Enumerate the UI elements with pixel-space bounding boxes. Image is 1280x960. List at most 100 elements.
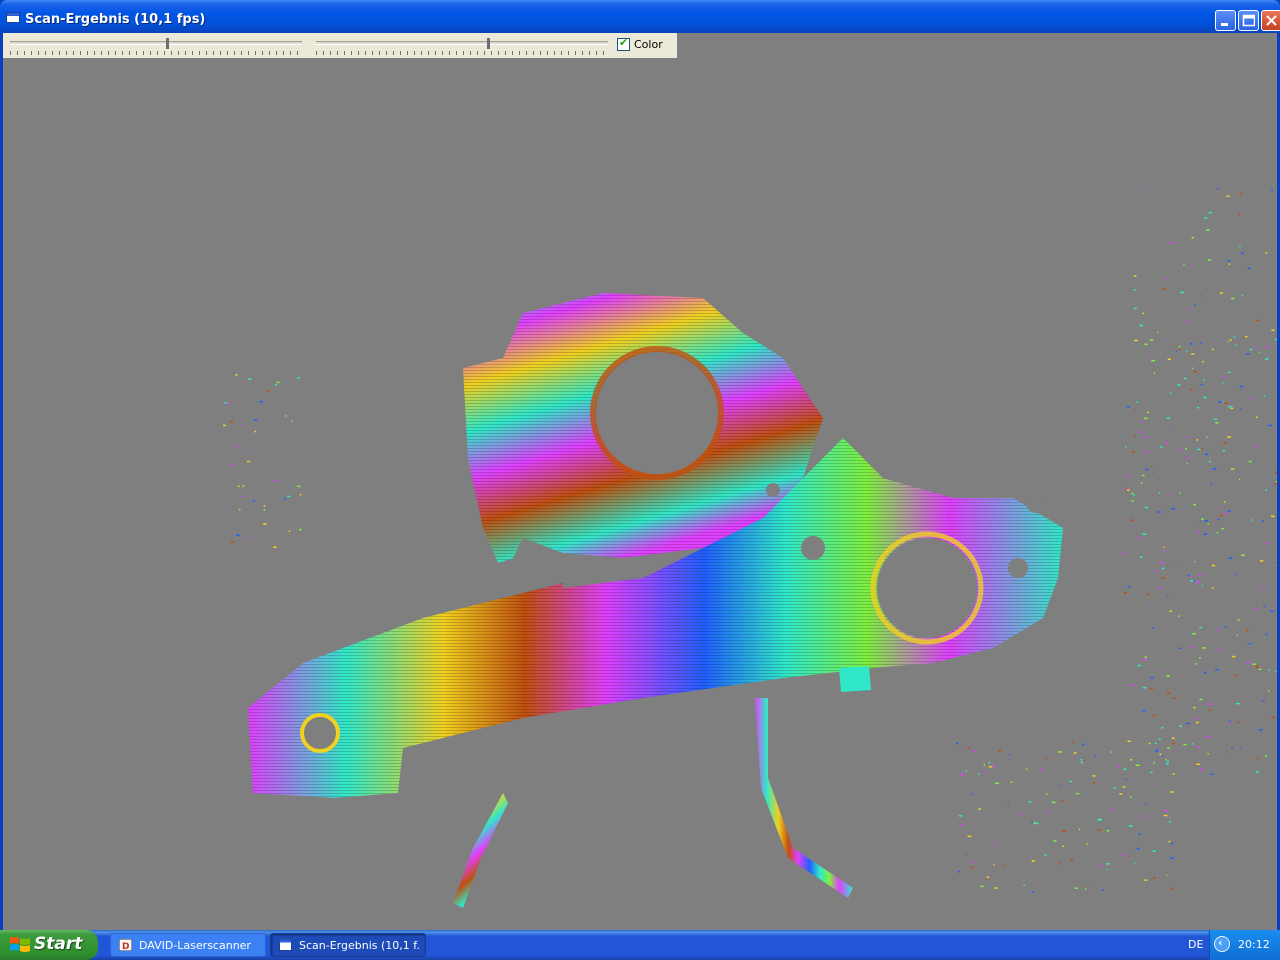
noise-point <box>1145 815 1149 817</box>
noise-point <box>1190 343 1193 345</box>
noise-point <box>1165 758 1167 761</box>
noise-point <box>242 485 245 487</box>
color-checkbox[interactable]: ✔ <box>617 36 630 51</box>
noise-point <box>1252 663 1257 665</box>
language-indicator[interactable]: DE <box>1188 938 1203 951</box>
noise-point <box>1205 736 1210 738</box>
noise-point <box>288 530 291 532</box>
noise-point <box>1203 379 1205 381</box>
minimize-button[interactable] <box>1215 10 1236 31</box>
noise-point <box>1256 666 1260 669</box>
noise-point <box>1212 587 1214 589</box>
noise-point <box>1186 321 1190 324</box>
slider-track[interactable] <box>316 41 608 45</box>
noise-point <box>967 747 970 749</box>
slider-thumb[interactable] <box>486 38 490 49</box>
noise-point <box>1265 542 1268 545</box>
noise-point <box>1186 462 1188 465</box>
noise-point <box>1227 341 1229 343</box>
noise-point <box>1153 761 1155 764</box>
taskbar-item-david-laserscanner[interactable]: D DAVID-Laserscanner <box>110 933 266 957</box>
noise-point <box>1123 768 1127 770</box>
noise-point <box>1145 468 1149 471</box>
noise-point <box>1163 546 1165 549</box>
noise-point <box>1193 579 1195 582</box>
slider-track[interactable] <box>10 41 302 45</box>
noise-point <box>1255 347 1258 349</box>
noise-point <box>1134 339 1138 342</box>
scan-viewport[interactable] <box>3 58 1277 930</box>
slider-1[interactable] <box>7 35 305 57</box>
noise-point <box>1133 494 1135 496</box>
noise-point <box>992 765 997 767</box>
noise-point <box>1190 265 1192 267</box>
noise-point <box>1147 601 1150 603</box>
noise-point <box>1200 383 1203 386</box>
close-button[interactable] <box>1261 10 1280 31</box>
noise-point <box>1144 506 1149 509</box>
start-button[interactable]: Start <box>0 930 98 960</box>
noise-point <box>1023 884 1025 886</box>
noise-point <box>1231 655 1236 658</box>
noise-point <box>1233 336 1236 338</box>
taskbar-item-scan-ergebnis[interactable]: Scan-Ergebnis (10,1 f... <box>270 933 426 957</box>
noise-point <box>1275 670 1277 673</box>
noise-point <box>1168 820 1171 823</box>
noise-point <box>235 534 240 537</box>
noise-point <box>254 430 257 433</box>
noise-point <box>1144 417 1148 420</box>
noise-point <box>1240 408 1242 410</box>
maximize-button[interactable] <box>1238 10 1259 31</box>
noise-point <box>1230 468 1235 470</box>
noise-point <box>1008 753 1011 756</box>
noise-point <box>244 496 246 498</box>
noise-point <box>1183 377 1187 380</box>
noise-point <box>1198 532 1201 534</box>
noise-point <box>297 377 301 379</box>
noise-point <box>1196 746 1200 748</box>
noise-point <box>1268 669 1270 671</box>
noise-point <box>1127 740 1131 742</box>
clock[interactable]: 20:12 <box>1238 938 1270 951</box>
toolbar: ✔ Color <box>3 33 1277 58</box>
noise-point <box>1142 867 1144 869</box>
noise-point <box>1263 394 1266 397</box>
noise-point <box>997 750 1002 752</box>
window-icon[interactable] <box>6 12 20 23</box>
noise-point <box>237 485 240 488</box>
noise-point <box>1040 768 1043 771</box>
noise-point <box>223 424 227 427</box>
noise-point <box>1192 633 1197 635</box>
color-checkbox-label[interactable]: Color <box>634 38 663 51</box>
minimize-icon <box>1221 23 1228 26</box>
noise-point <box>1169 791 1174 793</box>
noise-point <box>1155 570 1157 572</box>
noise-point <box>285 415 287 417</box>
noise-point <box>1195 663 1198 665</box>
noise-point <box>1160 562 1164 564</box>
noise-point <box>1245 335 1248 338</box>
noise-point <box>1144 436 1148 438</box>
task-label: DAVID-Laserscanner <box>139 939 251 952</box>
noise-point <box>959 773 964 776</box>
noise-point <box>1098 864 1103 867</box>
slider-ticks <box>316 51 608 55</box>
noise-point <box>1230 407 1234 409</box>
noise-point <box>1175 350 1178 352</box>
noise-point <box>1239 193 1243 195</box>
noise-point <box>1127 586 1131 588</box>
noise-point <box>985 878 988 881</box>
slider-thumb[interactable] <box>166 38 170 49</box>
noise-point <box>1075 792 1080 795</box>
noise-point <box>1135 764 1140 766</box>
noise-point <box>1247 267 1251 270</box>
slider-2[interactable] <box>313 35 611 57</box>
start-label: Start <box>34 934 83 954</box>
noise-point <box>1228 720 1231 723</box>
show-hidden-icons-button[interactable]: ‹ <box>1214 936 1230 952</box>
svg-text:D: D <box>122 942 129 951</box>
noise-point <box>1224 402 1228 404</box>
title-bar[interactable]: Scan-Ergebnis (10,1 fps) <box>0 0 1280 33</box>
noise-point <box>1144 879 1148 881</box>
noise-point <box>978 773 980 775</box>
